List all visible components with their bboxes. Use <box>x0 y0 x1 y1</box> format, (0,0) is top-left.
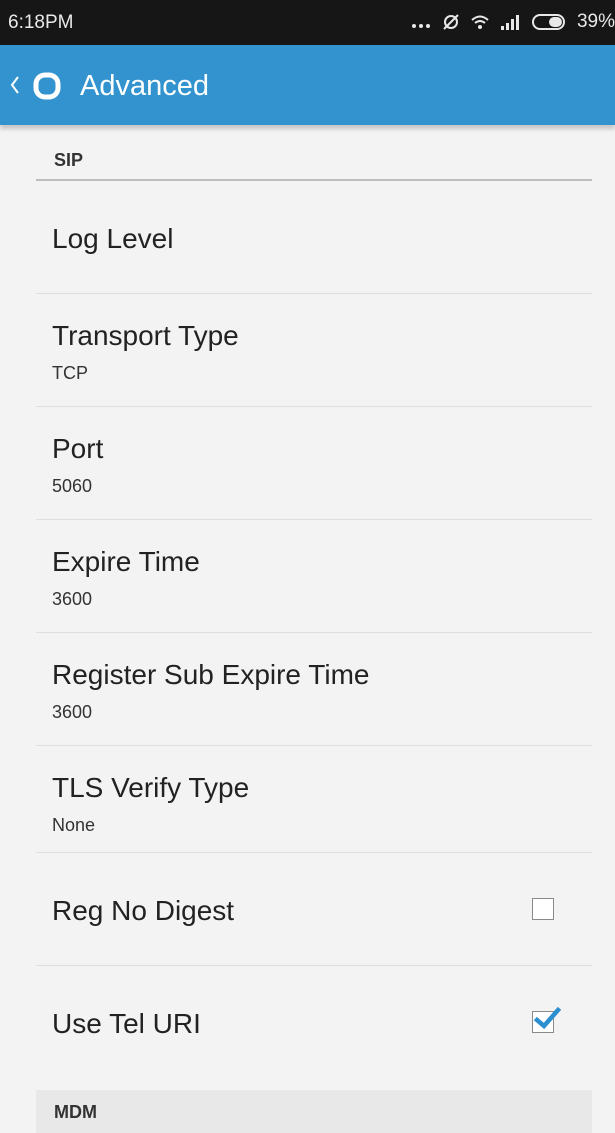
pref-label: Port <box>52 433 104 464</box>
section-header-mdm: MDM <box>36 1090 592 1133</box>
section-header-label: MDM <box>54 1102 97 1122</box>
pref-value: None <box>52 815 96 835</box>
battery-percent: 39% <box>576 11 615 32</box>
pref-log-level[interactable]: Log Level <box>36 181 592 294</box>
pref-value: 3600 <box>52 702 93 722</box>
section-header-label: SIP <box>54 150 84 170</box>
pref-value: TCP <box>52 363 88 383</box>
pref-label: TLS Verify Type <box>52 772 250 803</box>
app-logo-icon[interactable] <box>32 71 62 106</box>
checkmark-icon <box>533 1006 561 1030</box>
pref-transport-type[interactable]: Transport Type TCP <box>36 294 592 407</box>
pref-tls-verify-type[interactable]: TLS Verify Type None <box>36 746 592 853</box>
pref-port[interactable]: Port 5060 <box>36 407 592 520</box>
pref-label: Log Level <box>52 223 174 254</box>
reg-no-digest-checkbox[interactable] <box>532 898 554 920</box>
pref-value: 5060 <box>52 476 93 496</box>
pref-label: Expire Time <box>52 546 200 577</box>
pref-use-tel-uri[interactable]: Use Tel URI <box>36 966 592 1078</box>
app-bar: Advanced <box>0 45 615 125</box>
use-tel-uri-checkbox[interactable] <box>532 1006 561 1033</box>
signal-icon <box>499 13 523 31</box>
page-title: Advanced <box>80 70 209 102</box>
status-time: 6:18PM <box>8 12 74 33</box>
pref-label: Register Sub Expire Time <box>52 659 370 690</box>
chevron-left-icon[interactable] <box>8 73 22 102</box>
pref-label: Transport Type <box>52 320 239 351</box>
status-icons: 39% <box>410 11 615 33</box>
pref-expire-time[interactable]: Expire Time 3600 <box>36 520 592 633</box>
more-icon <box>410 12 432 32</box>
sync-off-icon <box>441 12 461 32</box>
pref-register-sub-expire-time[interactable]: Register Sub Expire Time 3600 <box>36 633 592 746</box>
status-bar: 6:18PM 39% <box>0 0 615 45</box>
battery-icon <box>531 12 568 32</box>
pref-label: Use Tel URI <box>52 1008 201 1039</box>
pref-reg-no-digest[interactable]: Reg No Digest <box>36 853 592 966</box>
section-header-sip: SIP <box>36 145 592 181</box>
wifi-icon <box>470 13 490 31</box>
pref-label: Reg No Digest <box>52 895 235 926</box>
pref-value: 3600 <box>52 589 93 609</box>
